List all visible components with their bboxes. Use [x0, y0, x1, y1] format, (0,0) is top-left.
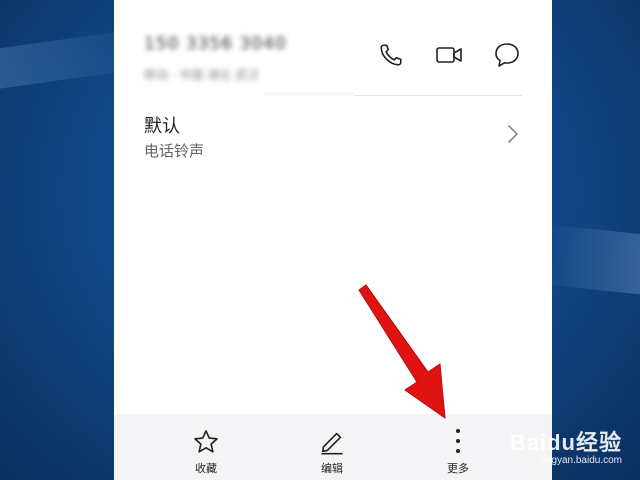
number-location: 移动 · 中国 湖北 武汉 [144, 68, 260, 82]
desktop-light-streak [537, 223, 640, 297]
contact-number-row[interactable]: 150 3356 3040 移动 · 中国 湖北 武汉 [114, 0, 552, 96]
ringtone-label: 电话铃声 [144, 142, 205, 160]
more-label: 更多 [447, 462, 469, 475]
video-call-icon[interactable] [434, 40, 464, 70]
message-icon[interactable] [492, 40, 522, 70]
chevron-right-icon [506, 122, 520, 150]
divider [354, 95, 522, 96]
ringtone-setting-row[interactable]: 默认 电话铃声 [114, 100, 552, 170]
divider [264, 93, 354, 95]
phone-number: 150 3356 3040 [144, 34, 287, 54]
star-icon [176, 424, 236, 456]
contact-detail-screen: 150 3356 3040 移动 · 中国 湖北 武汉 默认 电话铃声 收藏 编… [114, 0, 552, 480]
bottom-action-bar: 收藏 编辑 更多 [114, 414, 552, 480]
favorite-button[interactable]: 收藏 [176, 424, 236, 476]
more-button[interactable]: 更多 [428, 424, 488, 476]
favorite-label: 收藏 [195, 462, 217, 475]
ringtone-value: 默认 [144, 116, 180, 137]
pencil-icon [302, 424, 362, 456]
phone-icon[interactable] [376, 40, 406, 70]
baidu-jingyan-watermark: Baidu经验 jingyan.baidu.com [510, 425, 622, 466]
edit-button[interactable]: 编辑 [302, 424, 362, 476]
more-vertical-icon [428, 424, 488, 456]
edit-label: 编辑 [321, 462, 343, 475]
watermark-brand: Baidu经验 [509, 430, 622, 455]
